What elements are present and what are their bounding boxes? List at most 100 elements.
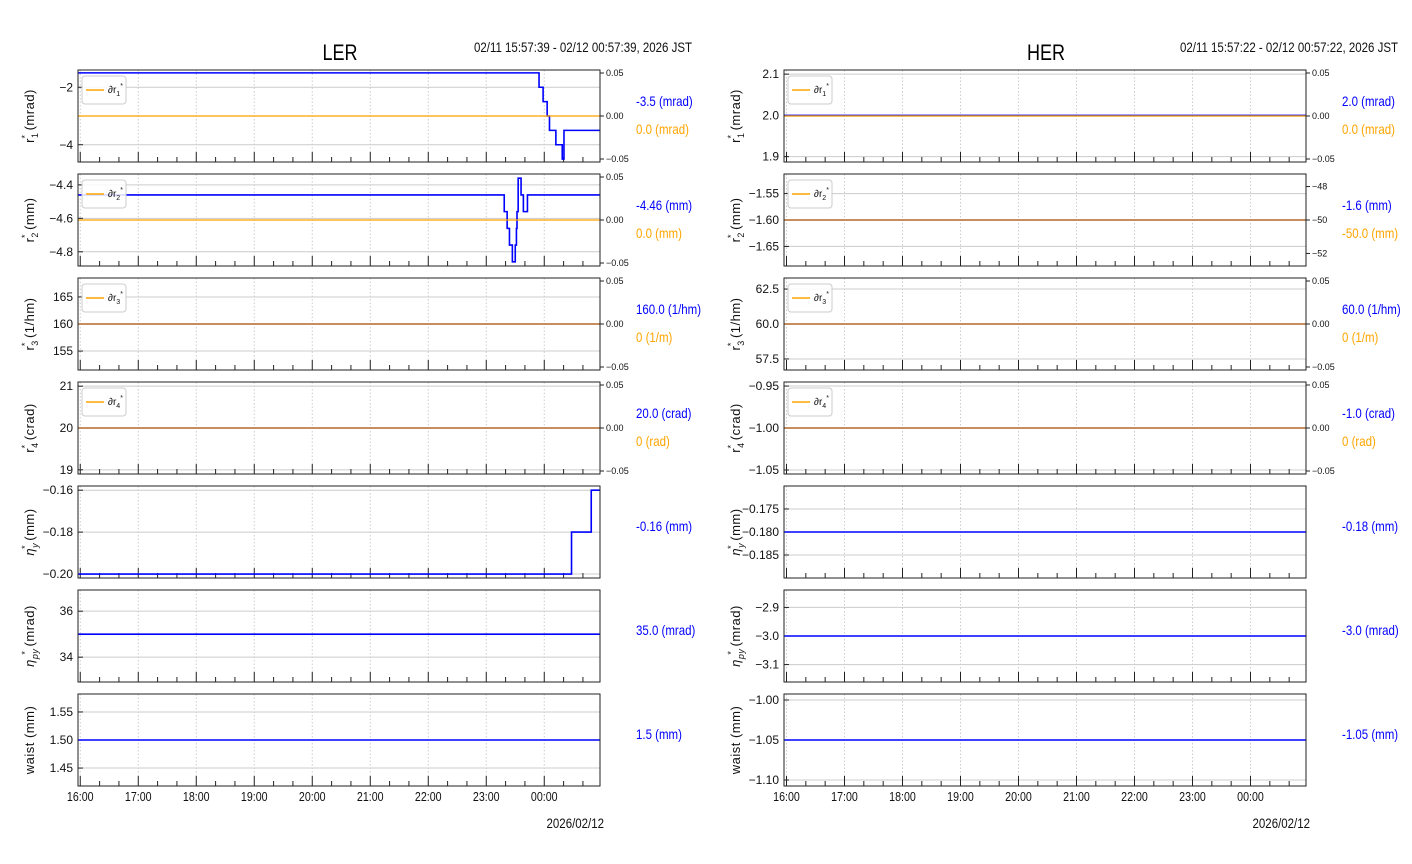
- y-axis-label-unit: (1/hm): [22, 297, 37, 342]
- y-tick-label: 34: [60, 650, 74, 664]
- current-value-label: -3.5 (mrad): [636, 93, 693, 109]
- legend-label-sub: 1: [822, 91, 826, 98]
- x-tick-label: 18:00: [889, 789, 916, 804]
- y-tick-label: −0.20: [43, 567, 74, 581]
- y-tick-label: −4.6: [49, 211, 73, 225]
- right-y-tick-label: 0.05: [606, 172, 624, 182]
- panel-3: 2120190.050.00−0.05∂r4*20.0 (crad)0 (rad…: [20, 379, 691, 477]
- right-y-tick-label: −50: [1312, 215, 1327, 225]
- legend-label-sub: 3: [822, 299, 826, 306]
- y-axis-label: ηy* (mm): [20, 508, 40, 555]
- y-tick-label: 2.0: [762, 108, 779, 122]
- y-tick-label: −4: [59, 138, 73, 152]
- y-axis-label: waist (mm): [728, 706, 743, 776]
- chart-title: HER: [1027, 41, 1065, 65]
- y-axis-label-symbol: waist: [728, 742, 743, 775]
- x-tick-label: 16:00: [773, 789, 800, 804]
- legend-label-sub: 2: [116, 195, 120, 202]
- y-tick-label: −3.1: [755, 658, 779, 672]
- y-tick-label: −1.00: [749, 693, 780, 707]
- legend-label-sup: *: [120, 187, 123, 194]
- legend-label-sup: *: [120, 83, 123, 90]
- y-axis-label-symbol: waist: [22, 742, 37, 775]
- y-tick-label: 165: [53, 290, 73, 304]
- x-tick-label: 22:00: [1121, 789, 1148, 804]
- delta-value-label: 0 (rad): [636, 433, 670, 449]
- y-tick-label: −1.00: [749, 421, 780, 435]
- panel-3: −0.95−1.00−1.050.050.00−0.05∂r4*-1.0 (cr…: [726, 379, 1395, 477]
- panel-5: 36 34 35.0 (mrad) ηpy* (mrad): [20, 589, 695, 683]
- y-axis-label: r4* (crad): [726, 403, 746, 452]
- y-tick-label: −2: [59, 80, 73, 94]
- x-tick-label: 20:00: [1005, 789, 1032, 804]
- y-tick-label: −1.10: [749, 773, 780, 787]
- x-tick-label: 19:00: [947, 789, 974, 804]
- delta-value-label: 0.0 (mm): [636, 225, 682, 241]
- current-value-label: 1.5 (mm): [636, 726, 682, 742]
- chart-her: HER 02/11 15:57:22 - 02/12 00:57:22, 2026…: [726, 39, 1401, 831]
- y-axis-label-unit: (mrad): [728, 605, 743, 650]
- y-tick-label: 155: [53, 344, 73, 358]
- current-value-label: -1.0 (crad): [1342, 405, 1395, 421]
- x-tick-label: 23:00: [473, 789, 500, 804]
- y-tick-label: −1.65: [749, 239, 780, 253]
- current-value-label: -1.05 (mm): [1342, 726, 1398, 742]
- right-y-tick-label: 0.00: [1312, 423, 1330, 433]
- y-axis-label: r3* (1/hm): [20, 297, 40, 350]
- time-range-label: 02/11 15:57:22 - 02/12 00:57:22, 2026 JS…: [1180, 39, 1398, 55]
- x-tick-label: 20:00: [299, 789, 326, 804]
- y-axis-label: ηpy* (mrad): [726, 605, 746, 667]
- y-tick-label: −4.4: [49, 178, 73, 192]
- right-y-tick-label: 0.05: [1312, 68, 1330, 78]
- y-axis-label: r3* (1/hm): [726, 297, 746, 350]
- y-axis-label-symbol: η: [728, 659, 743, 667]
- accelerator-parameter-chart: LER 02/11 15:57:39 - 02/12 00:57:39, 2026…: [20, 39, 1401, 831]
- legend-label-sup: *: [826, 83, 829, 90]
- y-tick-label: −4.8: [49, 245, 73, 259]
- y-tick-label: −1.60: [749, 213, 780, 227]
- y-axis-label-unit: (1/hm): [728, 297, 743, 342]
- y-tick-label: 1.9: [762, 150, 779, 164]
- y-axis-label-unit: (mm): [728, 706, 743, 742]
- right-y-tick-label: −0.05: [1312, 362, 1335, 372]
- y-tick-label: −1.05: [749, 463, 780, 477]
- x-tick-label: 00:00: [531, 789, 558, 804]
- right-y-tick-label: −0.05: [1312, 154, 1335, 164]
- panel-4: −0.16 −0.18 −0.20 -0.16 (mm) ηy* (mm): [20, 483, 692, 581]
- delta-value-label: -50.0 (mm): [1342, 225, 1398, 241]
- y-axis-label: r4* (crad): [20, 403, 40, 452]
- y-axis-label: r1* (mrad): [20, 89, 40, 143]
- right-y-tick-label: 0.05: [1312, 380, 1330, 390]
- legend-label-sup: *: [120, 395, 123, 402]
- panel-6: 1.55 1.50 1.45 1.5 (mm) waist (mm): [22, 693, 682, 787]
- y-axis-label: r1* (mrad): [726, 89, 746, 143]
- y-tick-label: 62.5: [756, 282, 780, 296]
- legend-label-sup: *: [120, 291, 123, 298]
- legend-label-sup: *: [826, 291, 829, 298]
- current-value-label: 20.0 (crad): [636, 405, 691, 421]
- current-value-label: -3.0 (mrad): [1342, 622, 1399, 638]
- y-axis-label-unit: (mm): [728, 508, 743, 544]
- x-tick-label: 16:00: [67, 789, 94, 804]
- y-tick-label: 60.0: [756, 317, 780, 331]
- panel-0: −2−40.050.00−0.05∂r1*-3.5 (mrad)0.0 (mra…: [20, 68, 693, 164]
- time-range-label: 02/11 15:57:39 - 02/12 00:57:39, 2026 JS…: [474, 39, 692, 55]
- x-tick-label: 21:00: [357, 789, 384, 804]
- right-y-tick-label: −0.05: [606, 466, 629, 476]
- y-axis-label-unit: (mrad): [22, 89, 37, 134]
- y-tick-label: −0.185: [742, 548, 779, 562]
- legend-label-sub: 2: [822, 195, 826, 202]
- current-value-label: -0.18 (mm): [1342, 518, 1398, 534]
- y-tick-label: 21: [60, 379, 74, 393]
- y-tick-label: −0.18: [43, 525, 74, 539]
- right-y-tick-label: −0.05: [1312, 466, 1335, 476]
- x-tick-label: 18:00: [183, 789, 210, 804]
- y-axis-label-unit: (mm): [22, 508, 37, 544]
- y-tick-label: −2.9: [755, 600, 779, 614]
- panel-2: 62.560.057.50.050.00−0.05∂r3*60.0 (1/hm)…: [726, 276, 1401, 372]
- panel-frame: [77, 589, 601, 683]
- y-tick-label: 57.5: [756, 352, 780, 366]
- y-axis-label-unit: (mm): [22, 198, 37, 234]
- y-tick-label: 1.45: [50, 761, 74, 775]
- y-axis-label-unit: (mrad): [22, 605, 37, 650]
